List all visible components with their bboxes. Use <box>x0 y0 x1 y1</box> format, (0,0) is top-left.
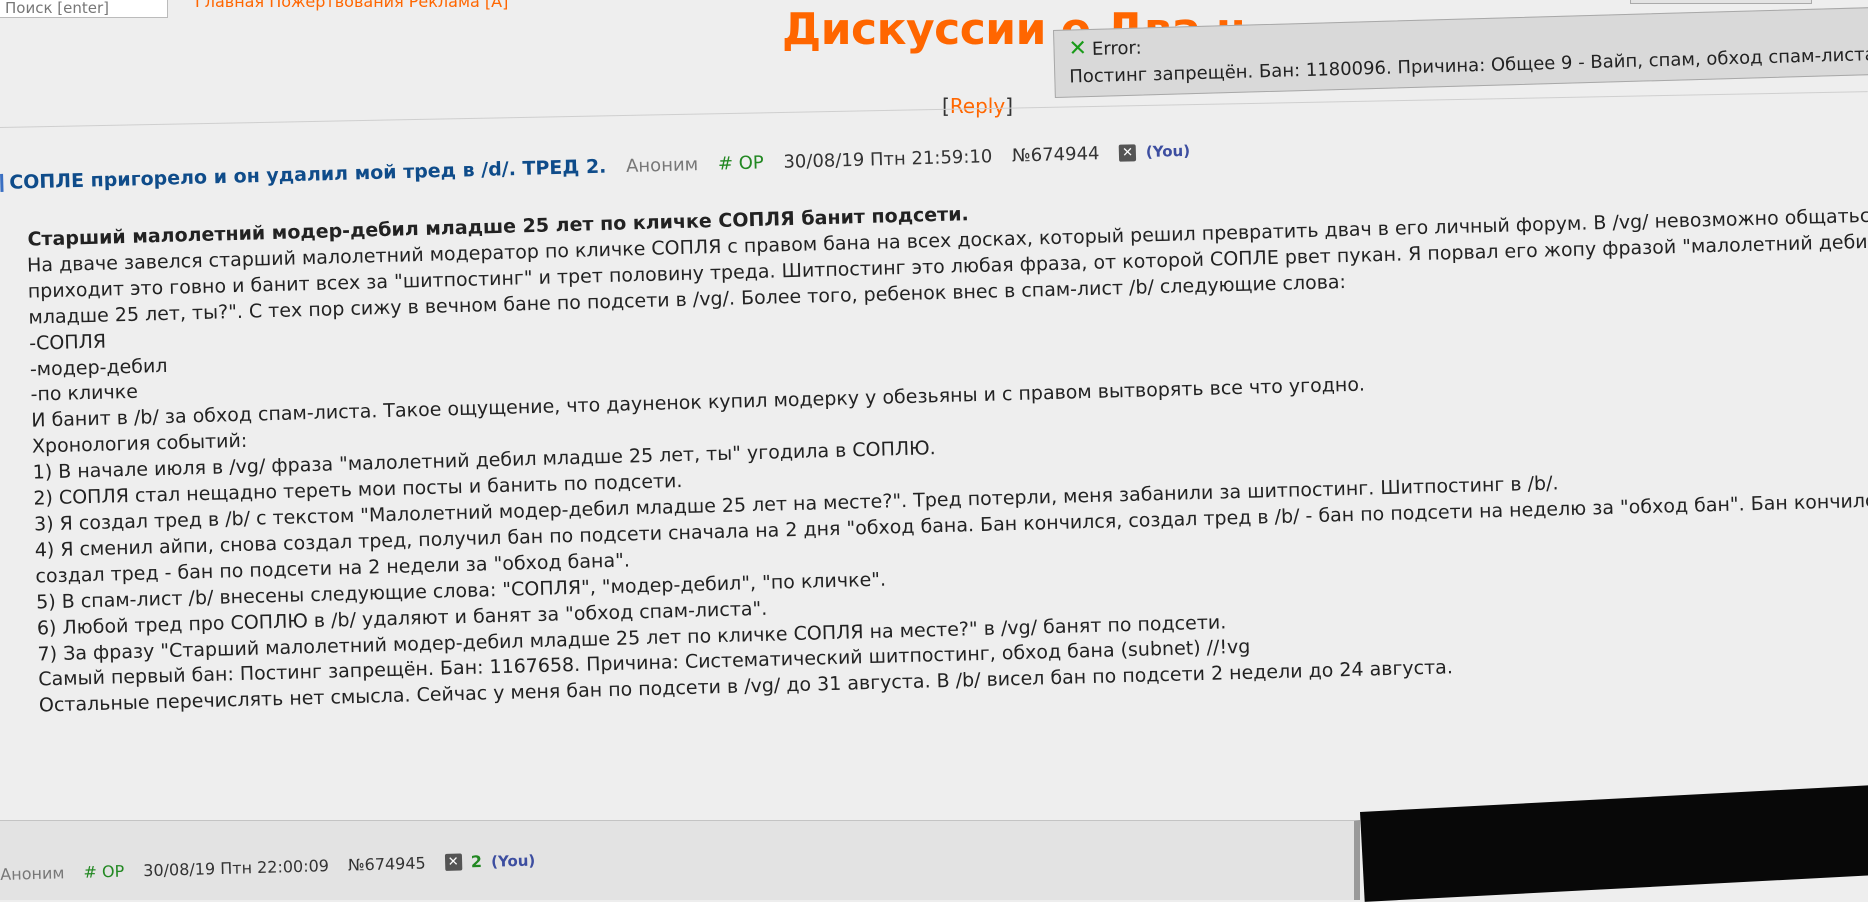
delete-icon[interactable]: ✕ <box>444 853 463 871</box>
bracket-open: [ <box>942 94 950 118</box>
top-nav-links[interactable]: Главная Пожертвования Реклама [А] <box>195 0 508 11</box>
poster-name: Аноним <box>0 863 65 884</box>
post-number[interactable]: №674944 <box>1012 143 1100 166</box>
close-icon[interactable]: ✕ <box>1068 36 1087 62</box>
you-tag: (You) <box>490 851 536 871</box>
reply-link-container: [Reply] <box>942 94 1013 118</box>
reply-count: 2 <box>470 851 483 872</box>
reply-link[interactable]: Reply <box>950 94 1005 118</box>
thread-subject[interactable]: СОПЛЕ пригорело и он удалил мой тред в /… <box>0 156 607 194</box>
post-number[interactable]: №674945 <box>348 853 426 874</box>
post-date: 30/08/19 Птн 21:59:10 <box>783 145 993 173</box>
you-tag: (You) <box>1145 141 1191 161</box>
search-input[interactable]: Поиск [enter] <box>0 0 168 18</box>
bracket-close: ] <box>1005 94 1014 118</box>
top-right-control[interactable] <box>1630 0 1812 4</box>
post-header: СОПЛЕ пригорело и он удалил мой тред в /… <box>0 140 1200 194</box>
dark-corner <box>1360 784 1868 902</box>
op-tag: # OP <box>717 151 765 175</box>
error-label: Error: <box>1091 37 1142 60</box>
divider <box>0 91 1868 128</box>
post-body: Старший малолетний модер-дебил младше 25… <box>14 177 1868 720</box>
poster-name: Аноним <box>625 153 699 177</box>
delete-icon[interactable]: ✕ <box>1118 143 1137 162</box>
op-tag: # OP <box>83 861 125 882</box>
